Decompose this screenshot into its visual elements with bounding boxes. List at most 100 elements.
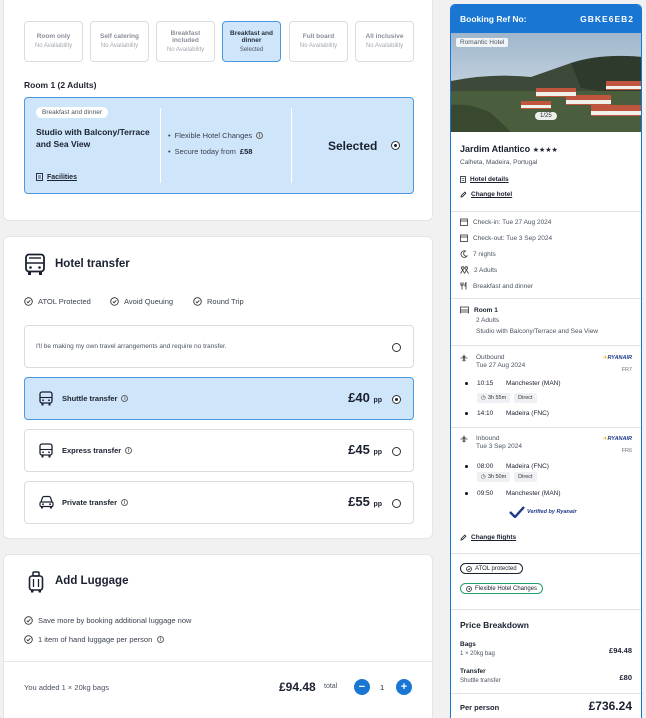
transfer-price: £45 pp bbox=[348, 442, 382, 457]
board-option-full-board[interactable]: Full board No Availability bbox=[289, 21, 348, 62]
info-icon[interactable]: i bbox=[121, 499, 129, 506]
check-text: 1 item of hand luggage per person bbox=[38, 635, 153, 644]
timeline-dot bbox=[465, 465, 468, 468]
board-option-name: Full board bbox=[302, 33, 335, 41]
outbound-duration: ◷ 3h 55m Direct bbox=[477, 393, 537, 403]
check-circle-icon bbox=[110, 297, 119, 306]
no-transfer-radio[interactable] bbox=[392, 343, 401, 352]
people-icon bbox=[460, 266, 469, 274]
room-radio[interactable] bbox=[391, 141, 400, 150]
room-option-selected[interactable]: Breakfast and dinner Studio with Balcony… bbox=[24, 97, 414, 194]
private-radio[interactable] bbox=[392, 499, 401, 508]
no-transfer-option[interactable]: I'll be making my own travel arrangement… bbox=[24, 325, 414, 368]
image-counter: 1/25 bbox=[535, 112, 557, 120]
outbound-label: Outbound bbox=[476, 354, 505, 361]
outbound-airline-logo: ✈RYANAIR bbox=[602, 355, 632, 361]
price-breakdown-title: Price Breakdown bbox=[460, 620, 529, 630]
timeline-dot bbox=[465, 382, 468, 385]
hotel-name: Jardim Atlantico ★★★★ bbox=[460, 144, 558, 154]
check-atol: ATOL Protected bbox=[24, 297, 91, 306]
check-circle-icon bbox=[24, 297, 33, 306]
board-option-breakfast-and-dinner[interactable]: Breakfast and dinner Selected bbox=[222, 21, 281, 62]
check-circle-icon bbox=[24, 616, 33, 625]
booking-ref-header: Booking Ref No: GBKE6EB2 bbox=[451, 5, 641, 33]
change-hotel-link[interactable]: Change hotel bbox=[460, 191, 512, 198]
board-option-room-only[interactable]: Room only No Availability bbox=[24, 21, 83, 62]
checkout-row: Check-out: Tue 3 Sep 2024 bbox=[460, 234, 552, 242]
document-icon bbox=[460, 176, 466, 183]
board-option-name: Self catering bbox=[99, 33, 139, 41]
info-icon[interactable]: i bbox=[157, 636, 165, 643]
room-title: Room 1 (2 Adults) bbox=[24, 80, 97, 90]
info-icon[interactable]: i bbox=[125, 447, 133, 454]
shield-icon bbox=[466, 565, 472, 572]
transfer-price: £40 pp bbox=[348, 390, 382, 405]
divider bbox=[451, 298, 641, 299]
board-option-self-catering[interactable]: Self catering No Availability bbox=[90, 21, 149, 62]
outbound-date: Tue 27 Aug 2024 bbox=[476, 362, 526, 369]
per-person-price: £736.24 bbox=[588, 699, 632, 713]
luggage-decrease-button[interactable]: − bbox=[354, 679, 370, 695]
check-text: Round Trip bbox=[207, 297, 244, 306]
inbound-arr-airport: Manchester (MAN) bbox=[506, 490, 561, 497]
inbound-airline-logo: ✈RYANAIR bbox=[602, 436, 632, 442]
refresh-icon bbox=[466, 585, 472, 592]
flexible-changes-badge: Flexible Hotel Changes bbox=[460, 583, 544, 594]
divider bbox=[4, 661, 432, 662]
facilities-link[interactable]: Facilities bbox=[36, 173, 77, 181]
check-hand-luggage: 1 item of hand luggage per person i bbox=[24, 635, 165, 644]
feature-price: £58 bbox=[239, 147, 253, 156]
inbound-dep-time: 08:00 bbox=[477, 463, 494, 470]
inbound-dep-airport: Madeira (FNC) bbox=[506, 463, 549, 470]
info-icon[interactable]: i bbox=[121, 395, 129, 402]
plane-icon bbox=[460, 435, 468, 443]
transfer-summary-price: £80 bbox=[619, 673, 632, 682]
outbound-flight-number: FR7 bbox=[621, 367, 632, 373]
board-option-name: Breakfast included bbox=[170, 29, 201, 45]
express-transfer-option[interactable]: Express transfer i £45 pp bbox=[24, 429, 414, 472]
transfer-title: Hotel transfer bbox=[55, 258, 130, 270]
luggage-added-text: You added 1 × 20kg bags bbox=[24, 683, 110, 692]
express-radio[interactable] bbox=[392, 447, 401, 456]
per-person-label: Per person bbox=[460, 703, 500, 712]
transfer-label: Transfer bbox=[460, 668, 486, 675]
pencil-icon bbox=[460, 534, 467, 541]
board-option-name: All inclusive bbox=[365, 33, 404, 41]
hotel-details-link[interactable]: Hotel details bbox=[460, 176, 509, 183]
board-row: Breakfast and dinner bbox=[460, 282, 533, 290]
board-option-breakfast-included[interactable]: Breakfast included No Availability bbox=[156, 21, 215, 62]
board-option-all-inclusive[interactable]: All inclusive No Availability bbox=[355, 21, 414, 62]
feature-secure-today: • Secure today from £58 bbox=[168, 147, 253, 156]
divider bbox=[451, 609, 641, 610]
outbound-dep-airport: Manchester (MAN) bbox=[506, 380, 561, 387]
bus-icon bbox=[39, 391, 53, 406]
luggage-total-price: £94.48 bbox=[279, 680, 316, 694]
luggage-increase-button[interactable]: + bbox=[396, 679, 412, 695]
divider bbox=[451, 553, 641, 554]
board-option-status: No Availability bbox=[299, 42, 338, 49]
board-option-name: Breakfast and dinner bbox=[230, 29, 273, 45]
divider bbox=[291, 108, 292, 183]
nights-row: 7 nights bbox=[460, 250, 496, 258]
adults-row: 2 Adults bbox=[460, 266, 497, 274]
shuttle-transfer-option[interactable]: Shuttle transfer i £40 pp bbox=[24, 377, 414, 420]
facilities-label: Facilities bbox=[47, 173, 77, 181]
calendar-icon bbox=[460, 234, 468, 242]
divider bbox=[451, 427, 641, 428]
change-flights-link[interactable]: Change flights bbox=[460, 534, 516, 541]
bags-label: Bags bbox=[460, 641, 476, 648]
inbound-duration: ◷ 3h 50m Direct bbox=[477, 472, 537, 482]
no-transfer-text: I'll be making my own travel arrangement… bbox=[36, 343, 227, 350]
feature-text: Flexible Hotel Changes bbox=[174, 131, 253, 140]
info-icon[interactable]: i bbox=[256, 132, 264, 139]
transfer-price: £55 pp bbox=[348, 494, 382, 509]
check-text: ATOL Protected bbox=[38, 297, 91, 306]
hotel-image[interactable]: Romantic Hotel 1/25 bbox=[451, 33, 641, 132]
checkin-row: Check-in: Tue 27 Aug 2024 bbox=[460, 218, 551, 226]
shuttle-radio[interactable] bbox=[392, 395, 401, 404]
private-transfer-option[interactable]: Private transfer i £55 pp bbox=[24, 481, 414, 524]
pencil-icon bbox=[460, 191, 467, 198]
feature-text: Secure today from bbox=[174, 147, 236, 156]
room-adults: 2 Adults bbox=[476, 317, 500, 324]
checkmark-icon bbox=[509, 506, 525, 518]
